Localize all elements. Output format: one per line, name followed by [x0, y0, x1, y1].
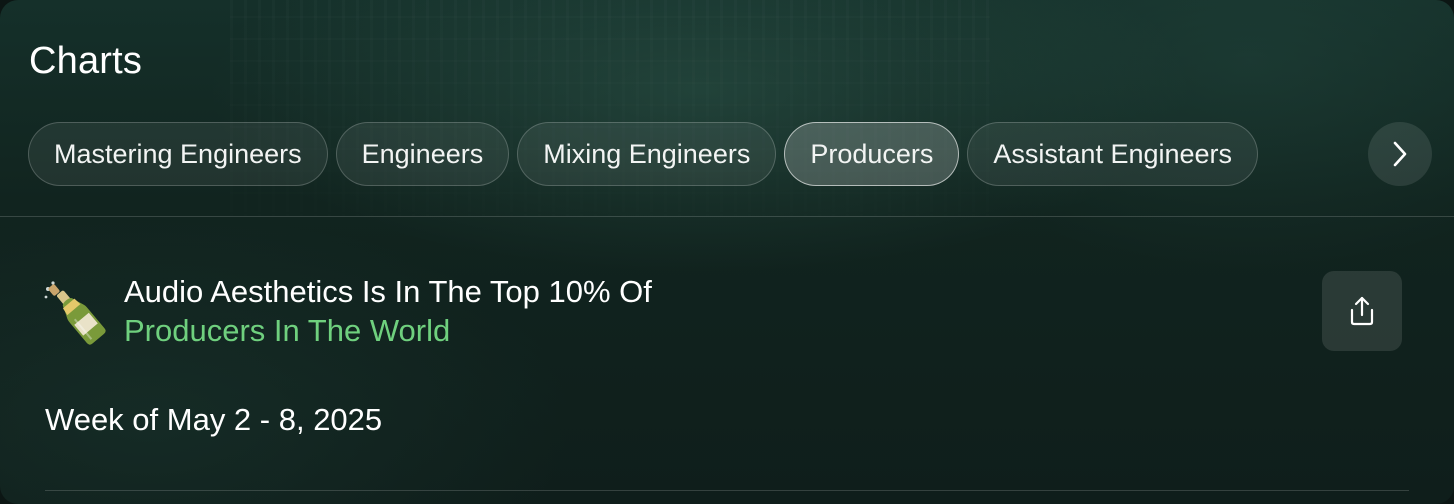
ranking-line-2: Producers In The World — [124, 313, 451, 348]
tab-producers[interactable]: Producers — [784, 122, 960, 186]
chart-category-tabs: Mastering Engineers Engineers Mixing Eng… — [28, 122, 1259, 186]
tab-assistant-engineers[interactable]: Assistant Engineers — [967, 122, 1259, 186]
ranking-headline: Audio Aesthetics Is In The Top 10% Of Pr… — [124, 272, 652, 350]
tab-mixing-engineers[interactable]: Mixing Engineers — [517, 122, 777, 186]
tab-label: Mastering Engineers — [54, 138, 302, 169]
ranking-line-1: Audio Aesthetics Is In The Top 10% Of — [124, 274, 652, 309]
tab-label: Assistant Engineers — [993, 138, 1233, 169]
tab-label: Mixing Engineers — [543, 138, 751, 169]
chevron-right-icon — [1393, 141, 1407, 167]
tabs-next-button[interactable] — [1368, 122, 1432, 186]
tab-label: Engineers — [361, 138, 484, 169]
share-button[interactable] — [1322, 271, 1402, 351]
tab-label: Producers — [810, 138, 934, 169]
share-icon — [1350, 296, 1374, 326]
page-title: Charts — [29, 40, 143, 82]
charts-card: Charts Mastering Engineers Engineers Mix… — [0, 0, 1454, 504]
week-range: Week of May 2 - 8, 2025 — [45, 402, 383, 437]
tab-engineers[interactable]: Engineers — [335, 122, 510, 186]
bottom-divider — [45, 490, 1409, 491]
champagne-bottle-icon — [44, 281, 106, 345]
section-divider — [0, 216, 1454, 217]
tab-mastering-engineers[interactable]: Mastering Engineers — [28, 122, 328, 186]
